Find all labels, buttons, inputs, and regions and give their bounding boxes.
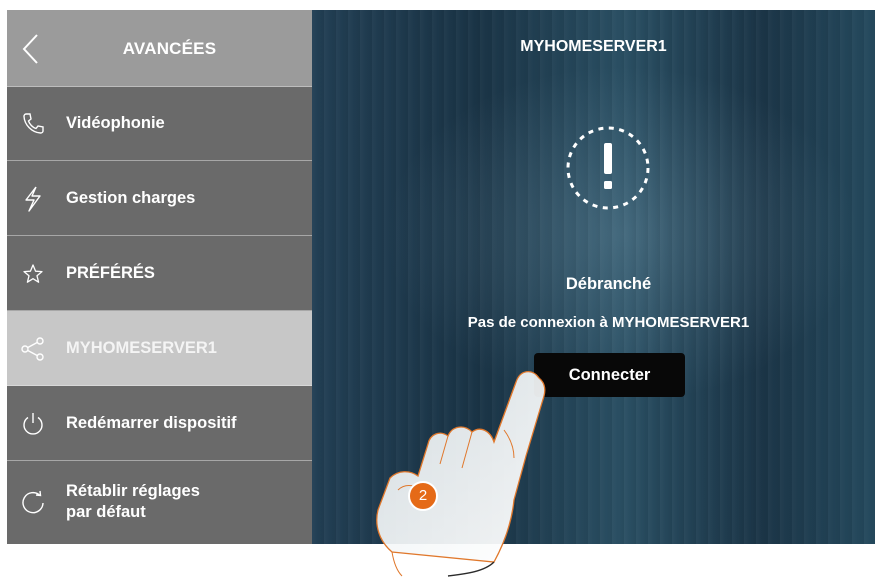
status-description: Pas de connexion à MYHOMESERVER1 xyxy=(467,314,750,331)
sidebar-item-redemarrer[interactable]: Redémarrer dispositif xyxy=(7,386,312,461)
page-title: MYHOMESERVER1 xyxy=(520,38,667,55)
step-number-badge: 2 xyxy=(408,481,438,511)
star-icon xyxy=(23,264,43,283)
sidebar-item-gestion-charges[interactable]: Gestion charges xyxy=(7,161,312,236)
sidebar-item-label: Gestion charges xyxy=(66,188,196,207)
sidebar: AVANCÉES Vidéophonie Gestion charges PRÉ… xyxy=(7,10,312,544)
sidebar-item-videophonie[interactable]: Vidéophonie xyxy=(7,86,312,161)
hand-pointer-icon xyxy=(376,371,546,577)
back-button[interactable] xyxy=(17,32,47,66)
share-icon xyxy=(21,337,44,361)
sidebar-item-label-line-2: par défaut xyxy=(66,503,146,521)
sidebar-item-label-line-1: Rétablir réglages xyxy=(66,482,200,500)
sidebar-item-myhomeserver1[interactable]: MYHOMESERVER1 xyxy=(7,311,312,386)
lightning-icon xyxy=(25,186,41,212)
phone-icon xyxy=(23,113,44,134)
sidebar-item-label: PRÉFÉRÉS xyxy=(66,263,155,282)
sidebar-item-retablir[interactable]: Rétablir réglages par défaut xyxy=(7,461,312,544)
refresh-icon xyxy=(22,490,44,514)
chevron-left-icon xyxy=(22,34,38,64)
status-text: Débranché xyxy=(565,275,652,293)
sidebar-item-label: Rétablir réglages par défaut xyxy=(66,461,304,543)
sidebar-item-label: Redémarrer dispositif xyxy=(66,413,237,432)
power-icon xyxy=(23,413,43,435)
sidebar-item-label: Vidéophonie xyxy=(66,113,165,132)
alert-icon xyxy=(566,126,650,210)
sidebar-title: AVANCÉES xyxy=(122,39,217,58)
sidebar-item-label: MYHOMESERVER1 xyxy=(66,338,217,357)
sidebar-item-preferes[interactable]: PRÉFÉRÉS xyxy=(7,236,312,311)
sidebar-header: AVANCÉES xyxy=(7,10,312,87)
